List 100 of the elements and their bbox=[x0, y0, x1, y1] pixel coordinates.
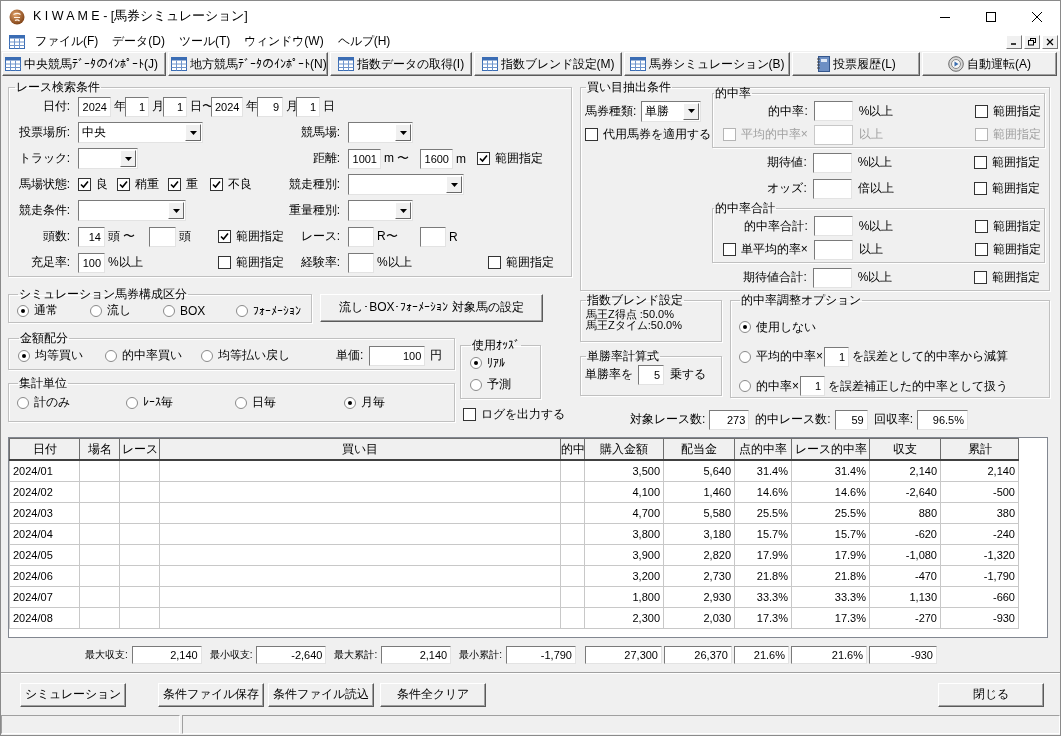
toolbar-button[interactable]: 指数ブレンド設定(M) bbox=[474, 52, 622, 76]
radio-button[interactable] bbox=[344, 396, 356, 409]
input-field[interactable]: 100 bbox=[78, 252, 105, 273]
button[interactable]: シミュレーション bbox=[20, 682, 126, 707]
column-header[interactable]: 場名 bbox=[79, 438, 120, 461]
checkbox-label[interactable]: 範囲指定 bbox=[992, 217, 1041, 235]
radio-button[interactable] bbox=[17, 396, 29, 409]
radio-button[interactable] bbox=[105, 349, 117, 362]
column-header[interactable]: 購入金額 bbox=[584, 438, 664, 461]
checkbox-label[interactable]: 範囲指定 bbox=[992, 102, 1041, 120]
close-button[interactable] bbox=[1042, 34, 1058, 49]
dropdown-button[interactable] bbox=[446, 176, 462, 194]
restore-button[interactable] bbox=[1024, 34, 1040, 49]
input-field[interactable]: 1 bbox=[125, 96, 149, 117]
setup-button[interactable]: 流し･BOX･ﾌｫｰﾒｰｼｮﾝ 対象馬の設定 bbox=[320, 293, 543, 322]
input-field[interactable]: 1 bbox=[163, 96, 187, 117]
input-field[interactable]: 100 bbox=[369, 345, 426, 366]
input-field[interactable]: 1 bbox=[296, 96, 320, 117]
column-header[interactable]: 配当金 bbox=[663, 438, 735, 461]
input-field[interactable]: 1 bbox=[824, 346, 849, 367]
column-header[interactable]: レース的中率 bbox=[791, 438, 870, 461]
dropdown[interactable] bbox=[348, 174, 464, 196]
checkbox-label[interactable]: ログを出力する bbox=[481, 406, 565, 424]
menu-item[interactable]: データ(D) bbox=[105, 33, 172, 50]
radio-label[interactable]: 日毎 bbox=[252, 394, 276, 412]
checkbox[interactable] bbox=[973, 182, 987, 196]
radio-button[interactable] bbox=[739, 321, 751, 334]
checkbox[interactable] bbox=[218, 256, 231, 270]
radio-label[interactable]: 予測 bbox=[487, 376, 511, 394]
input-field[interactable]: 1001 bbox=[348, 148, 381, 169]
radio-label[interactable]: BOX bbox=[180, 303, 206, 318]
radio-label[interactable]: 平均的中率× bbox=[756, 348, 823, 366]
checkbox-label[interactable]: 単平均的率× bbox=[740, 241, 808, 259]
radio-label[interactable]: 通常 bbox=[34, 302, 58, 320]
menu-item[interactable]: ツール(T) bbox=[172, 33, 238, 50]
radio-label[interactable]: 均等払い戻し bbox=[218, 347, 290, 365]
toolbar-button[interactable]: 馬券シミュレーション(B) bbox=[624, 52, 790, 76]
input-field[interactable]: 1600 bbox=[420, 148, 453, 169]
checkbox[interactable] bbox=[78, 178, 91, 192]
checkbox[interactable] bbox=[974, 104, 988, 118]
radio-button[interactable] bbox=[470, 356, 482, 369]
button[interactable]: 条件ファイル読込 bbox=[268, 682, 374, 707]
input-field[interactable]: 2024 bbox=[211, 96, 243, 117]
menu-item[interactable]: ファイル(F) bbox=[28, 33, 106, 50]
radio-label[interactable]: 月毎 bbox=[361, 394, 385, 412]
toolbar-button[interactable]: 中央競馬ﾃﾞｰﾀのｲﾝﾎﾟｰﾄ(J) bbox=[2, 52, 166, 76]
checkbox[interactable] bbox=[974, 219, 988, 233]
radio-label[interactable]: ﾚｰｽ毎 bbox=[143, 394, 173, 412]
radio-label[interactable]: ﾘｱﾙ bbox=[487, 355, 505, 370]
column-header[interactable]: 累計 bbox=[940, 438, 1019, 461]
menu-item[interactable]: ウィンドウ(W) bbox=[237, 33, 331, 50]
radio-button[interactable] bbox=[17, 304, 29, 317]
checkbox-label[interactable]: 範囲指定 bbox=[506, 254, 554, 272]
checkbox[interactable] bbox=[210, 178, 223, 192]
checkbox-label[interactable]: 重 bbox=[186, 176, 198, 194]
button[interactable]: 条件ファイル保存 bbox=[158, 682, 264, 707]
close-icon[interactable] bbox=[1032, 11, 1042, 22]
radio-button[interactable] bbox=[90, 304, 102, 317]
radio-label[interactable]: 計のみ bbox=[34, 394, 70, 412]
dropdown[interactable] bbox=[78, 148, 138, 170]
column-header[interactable]: 的中 bbox=[560, 438, 585, 461]
input-field[interactable] bbox=[813, 239, 853, 260]
column-header[interactable]: 日付 bbox=[9, 438, 80, 461]
dropdown[interactable] bbox=[348, 122, 413, 144]
input-field[interactable]: 1 bbox=[800, 376, 825, 397]
checkbox[interactable] bbox=[117, 178, 130, 192]
input-field[interactable]: 9 bbox=[257, 96, 283, 117]
input-field[interactable] bbox=[348, 252, 374, 273]
checkbox[interactable] bbox=[488, 256, 501, 270]
menu-item[interactable]: ヘルプ(H) bbox=[330, 33, 398, 50]
dropdown[interactable]: 単勝 bbox=[641, 100, 702, 122]
input-field[interactable] bbox=[813, 216, 853, 237]
dropdown[interactable] bbox=[78, 200, 186, 222]
input-field[interactable]: 2024 bbox=[78, 96, 111, 117]
input-field[interactable] bbox=[812, 152, 852, 173]
radio-button[interactable] bbox=[126, 396, 138, 409]
input-field[interactable]: 5 bbox=[638, 364, 664, 385]
checkbox-label[interactable]: 範囲指定 bbox=[236, 254, 284, 272]
dropdown-button[interactable] bbox=[395, 202, 411, 220]
column-header[interactable]: 点的中率 bbox=[734, 438, 792, 461]
radio-button[interactable] bbox=[739, 350, 751, 363]
checkbox-label[interactable]: 範囲指定 bbox=[495, 150, 543, 168]
checkbox[interactable] bbox=[585, 128, 598, 142]
dropdown[interactable]: 中央 bbox=[78, 122, 203, 144]
input-field[interactable] bbox=[812, 267, 852, 288]
checkbox[interactable] bbox=[973, 156, 987, 170]
radio-button[interactable] bbox=[235, 396, 247, 409]
input-field[interactable] bbox=[813, 101, 853, 122]
checkbox-label[interactable]: 範囲指定 bbox=[991, 154, 1040, 172]
column-header[interactable]: 収支 bbox=[869, 438, 941, 461]
dropdown-button[interactable] bbox=[120, 150, 136, 168]
minimize-button[interactable] bbox=[1006, 34, 1022, 49]
radio-button[interactable] bbox=[18, 349, 30, 362]
toolbar-button[interactable]: 投票履歴(L) bbox=[792, 52, 920, 76]
radio-label[interactable]: ﾌｫｰﾒｰｼｮﾝ bbox=[253, 303, 301, 318]
column-header[interactable]: 買い目 bbox=[159, 438, 561, 461]
radio-label[interactable]: 的中率買い bbox=[122, 347, 182, 365]
checkbox[interactable] bbox=[722, 243, 736, 257]
checkbox-label[interactable]: 範囲指定 bbox=[991, 269, 1040, 287]
button[interactable]: 条件全クリア bbox=[380, 682, 486, 707]
